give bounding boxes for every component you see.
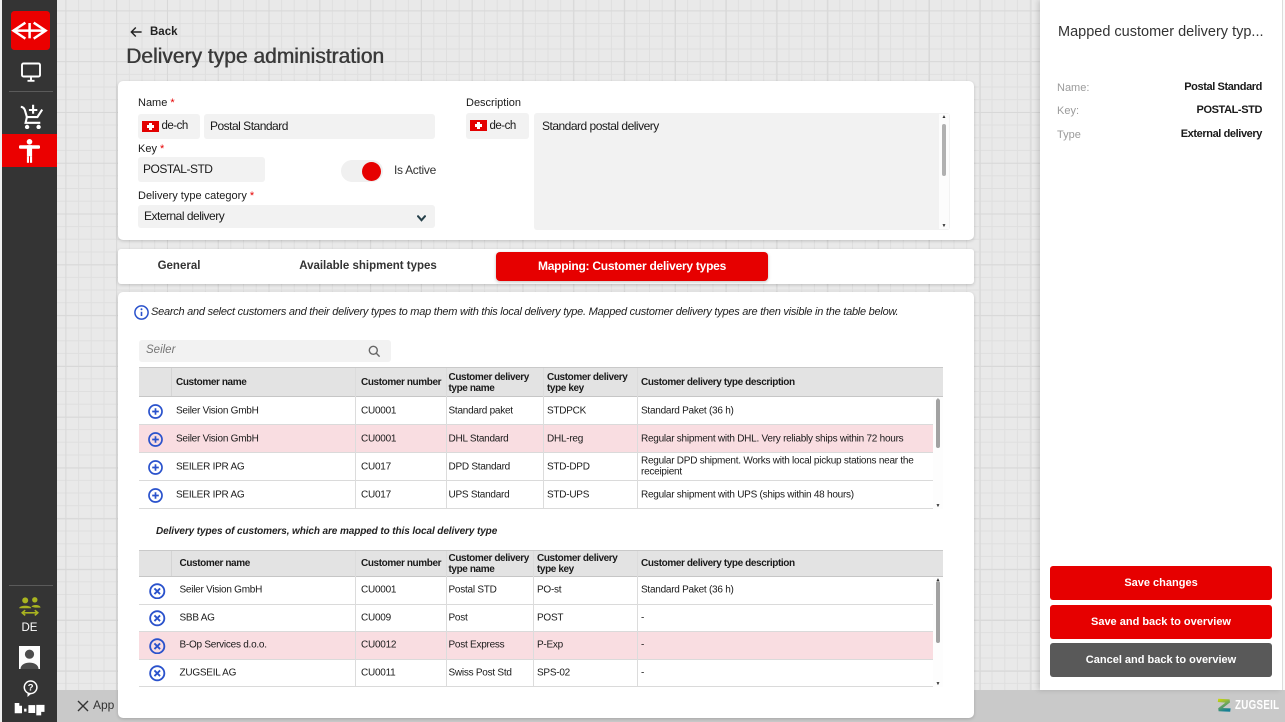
svg-text:?: ? (28, 683, 34, 694)
